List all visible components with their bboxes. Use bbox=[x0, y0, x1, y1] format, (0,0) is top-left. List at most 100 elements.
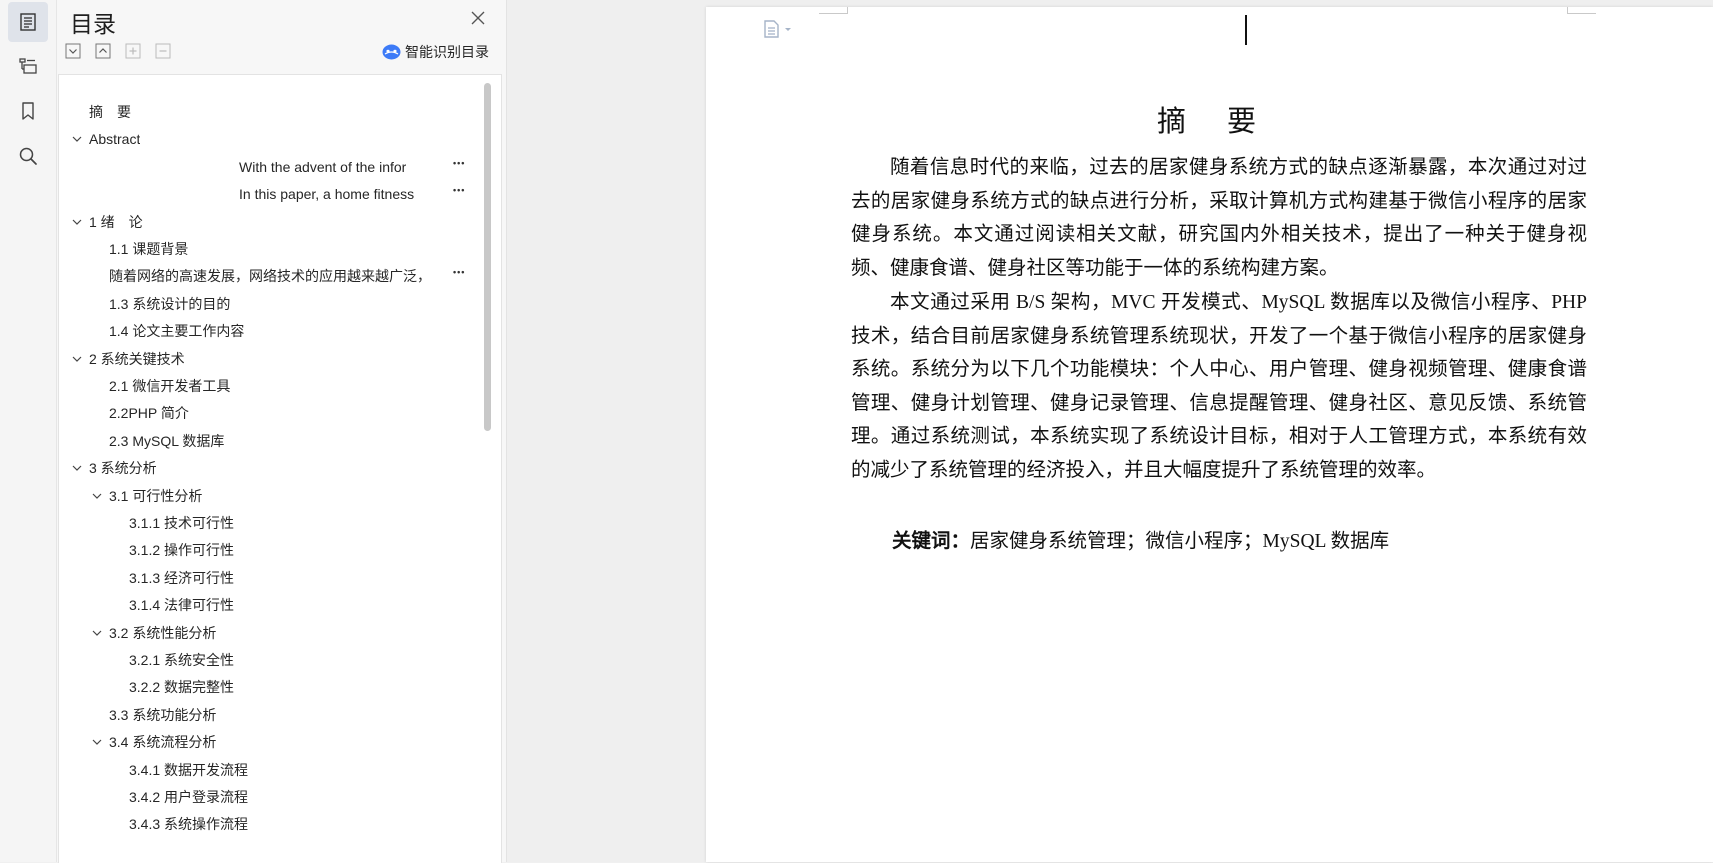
bookmark-rail-button[interactable] bbox=[8, 91, 48, 131]
toc-item-label: 3.1.3 经济可行性 bbox=[129, 569, 235, 586]
remove-heading-button[interactable] bbox=[155, 43, 171, 59]
toc-item-label: 2.2PHP 简介 bbox=[109, 405, 189, 422]
keywords-value: 居家健身系统管理；微信小程序；MySQL 数据库 bbox=[970, 531, 1390, 552]
toc-item-label: 2 系统关键技术 bbox=[89, 350, 185, 367]
toc-panel: 目录 智能识别目录 摘 要 Abstract With the advent o… bbox=[57, 0, 507, 863]
toc-item[interactable]: 3.1.1 技术可行性 bbox=[129, 511, 234, 535]
document-heading: 摘 要 bbox=[1156, 104, 1262, 138]
toc-item-label: 3.2 系统性能分析 bbox=[109, 624, 217, 641]
toc-item-label: 3.4.1 数据开发流程 bbox=[129, 761, 249, 778]
toc-item-label: 3.1.2 操作可行性 bbox=[129, 542, 235, 559]
chevron-down-icon[interactable] bbox=[89, 488, 105, 504]
toc-item[interactable]: 3.4.3 系统操作流程 bbox=[129, 812, 248, 836]
toc-item-label: In this paper, a home fitness bbox=[239, 186, 415, 203]
page-layout-button[interactable] bbox=[763, 19, 803, 39]
scrollbar-thumb[interactable] bbox=[484, 83, 491, 431]
toc-item-label: With the advent of the infor bbox=[239, 158, 407, 175]
toc-item-label: 1.1 课题背景 bbox=[109, 241, 189, 257]
toc-item-label: 3.3 系统功能分析 bbox=[109, 706, 217, 723]
chevron-down-icon[interactable] bbox=[89, 734, 105, 750]
toc-item[interactable]: 3.4 系统流程分析 bbox=[89, 730, 216, 754]
smart-toc-label: 智能识别目录 bbox=[405, 44, 489, 60]
toc-item[interactable]: 1.1 课题背景 bbox=[109, 237, 188, 261]
expand-up-icon bbox=[95, 43, 111, 59]
collapse-all-icon bbox=[65, 43, 81, 59]
toc-item[interactable]: 3 系统分析 bbox=[69, 456, 157, 480]
collapse-all-button[interactable] bbox=[65, 43, 81, 59]
document-area: 摘 要 随着信息时代的来临，过去的居家健身系统方式的缺点逐渐暴露，本次通过对过去… bbox=[507, 0, 1713, 862]
toc-item[interactable]: 2.2PHP 简介 bbox=[109, 401, 189, 425]
toc-item[interactable]: 1.3 系统设计的目的 bbox=[109, 292, 230, 316]
chevron-down-icon[interactable] bbox=[69, 351, 85, 367]
text-cursor bbox=[1245, 15, 1247, 45]
toc-item[interactable]: 3.2 系统性能分析 bbox=[89, 621, 216, 645]
truncation-ellipsis: ••• bbox=[453, 185, 466, 196]
toc-item[interactable]: 3.1 可行性分析 bbox=[89, 484, 202, 508]
toc-item-label: 3.2.1 系统安全性 bbox=[129, 652, 235, 668]
page-corner-mark-left bbox=[819, 7, 848, 14]
expand-up-button[interactable] bbox=[95, 43, 111, 59]
toc-item-label: 3 系统分析 bbox=[89, 460, 157, 477]
toc-rail-button[interactable] bbox=[8, 2, 48, 42]
keywords-line: 关键词：居家健身系统管理；微信小程序；MySQL 数据库 bbox=[892, 524, 1389, 553]
toc-item[interactable]: 1.4 论文主要工作内容 bbox=[109, 319, 244, 343]
page-layout-icon bbox=[764, 20, 791, 38]
toc-item-label: 2.1 微信开发者工具 bbox=[109, 378, 231, 394]
toc-item[interactable]: 3.3 系统功能分析 bbox=[109, 703, 216, 727]
toc-tree: 摘 要 Abstract With the advent of the infor •… bbox=[58, 74, 502, 863]
toc-item-label: 3.4.3 系统操作流程 bbox=[129, 816, 249, 833]
toc-item[interactable]: 2 系统关键技术 bbox=[69, 347, 185, 371]
toc-item-label: 1 绪 论 bbox=[89, 213, 143, 230]
toc-item-label: Abstract bbox=[89, 131, 141, 148]
toc-item-label: 3.1.1 技术可行性 bbox=[129, 515, 235, 531]
truncation-ellipsis: ••• bbox=[453, 157, 466, 168]
close-panel-button[interactable] bbox=[468, 8, 488, 28]
left-icon-rail bbox=[0, 0, 57, 862]
chevron-down-icon[interactable] bbox=[69, 214, 85, 230]
toc-item[interactable]: 3.4.2 用户登录流程 bbox=[129, 785, 248, 809]
toc-item-label: 3.4 系统流程分析 bbox=[109, 734, 217, 751]
toc-icon bbox=[20, 13, 36, 31]
close-icon bbox=[471, 11, 485, 25]
search-rail-button[interactable] bbox=[8, 136, 48, 176]
chevron-down-icon[interactable] bbox=[69, 460, 85, 476]
toc-item-label: 3.1.4 法律可行性 bbox=[129, 597, 235, 614]
toc-item[interactable]: 随着网络的高速发展，网络技术的应用越来越广泛， bbox=[109, 264, 431, 288]
toc-item[interactable]: 3.4.1 数据开发流程 bbox=[129, 758, 248, 782]
toc-item[interactable]: In this paper, a home fitness bbox=[239, 182, 414, 206]
toc-item[interactable]: 2.3 MySQL 数据库 bbox=[109, 429, 224, 453]
ai-cloud-icon bbox=[382, 44, 401, 60]
toc-item[interactable]: 3.1.3 经济可行性 bbox=[129, 566, 234, 590]
smart-toc-button[interactable]: 智能识别目录 bbox=[382, 42, 489, 62]
toc-item[interactable]: 3.1.2 操作可行性 bbox=[129, 538, 234, 562]
toc-item-label: 1.3 系统设计的目的 bbox=[109, 295, 231, 312]
toc-item[interactable]: Abstract bbox=[69, 127, 140, 151]
toc-item[interactable]: 摘 要 bbox=[89, 100, 131, 124]
toc-item[interactable]: With the advent of the infor bbox=[239, 155, 406, 179]
outline-rail-button[interactable] bbox=[8, 46, 48, 86]
toc-item-label: 3.4.2 用户登录流程 bbox=[129, 789, 249, 805]
toc-item-label: 1.4 论文主要工作内容 bbox=[109, 323, 245, 340]
toc-item[interactable]: 2.1 微信开发者工具 bbox=[109, 374, 230, 398]
add-heading-button[interactable] bbox=[125, 43, 141, 59]
bookmark-icon bbox=[22, 102, 34, 120]
toc-item[interactable]: 3.2.2 数据完整性 bbox=[129, 675, 234, 699]
chevron-down-icon[interactable] bbox=[89, 625, 105, 641]
search-icon bbox=[19, 147, 37, 165]
toc-panel-title: 目录 bbox=[70, 11, 116, 37]
abstract-paragraph-1: 随着信息时代的来临，过去的居家健身系统方式的缺点逐渐暴露，本次通过对过去的居家健… bbox=[851, 157, 1587, 279]
abstract-paragraph-2: 本文通过采用 B/S 架构，MVC 开发模式、MySQL 数据库以及微信小程序、… bbox=[851, 292, 1587, 481]
page-corner-mark-right bbox=[1567, 7, 1596, 14]
toc-item-label: 2.3 MySQL 数据库 bbox=[109, 432, 225, 449]
document-page[interactable]: 摘 要 随着信息时代的来临，过去的居家健身系统方式的缺点逐渐暴露，本次通过对过去… bbox=[706, 7, 1713, 862]
truncation-ellipsis: ••• bbox=[453, 267, 466, 278]
toc-item[interactable]: 3.1.4 法律可行性 bbox=[129, 593, 234, 617]
outline-icon bbox=[19, 58, 37, 74]
keywords-label: 关键词： bbox=[892, 529, 971, 552]
chevron-down-icon[interactable] bbox=[69, 131, 85, 147]
toc-item-label: 摘 要 bbox=[89, 104, 131, 120]
remove-heading-icon bbox=[155, 43, 171, 59]
toc-item[interactable]: 3.2.1 系统安全性 bbox=[129, 648, 234, 672]
toc-item[interactable]: 1 绪 论 bbox=[69, 210, 143, 234]
toc-item-label: 3.2.2 数据完整性 bbox=[129, 679, 235, 696]
